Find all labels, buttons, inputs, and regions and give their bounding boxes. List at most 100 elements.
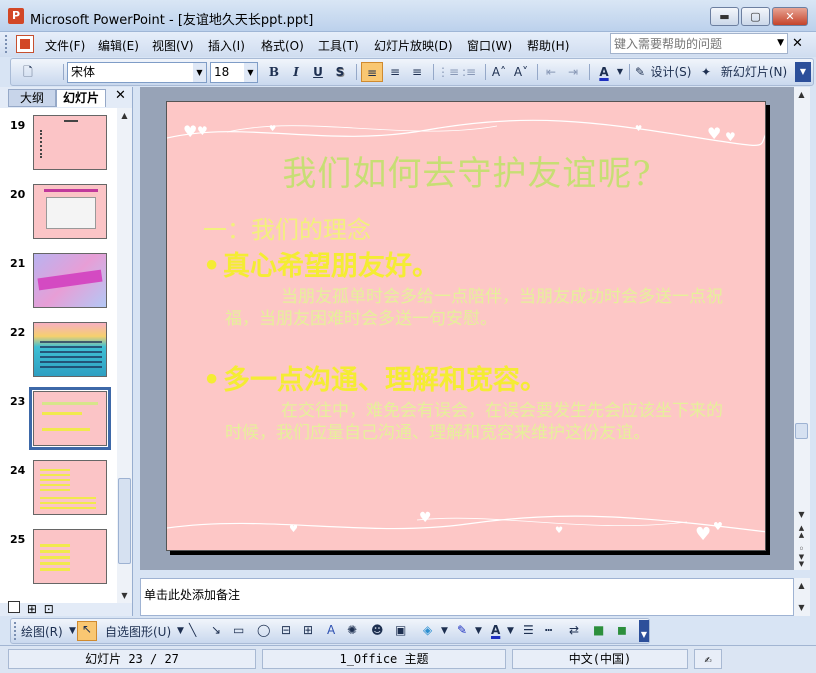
slide-thumbnail-row[interactable]: 23 [0,387,117,457]
wordart-icon[interactable]: A [327,623,335,637]
shadow-button[interactable]: S [331,62,349,82]
font-color-icon[interactable]: A [593,62,615,82]
slide-thumbnail-row[interactable]: 20 [0,184,117,250]
line-style-icon[interactable]: ☰ [523,623,534,637]
slide-bullet-1[interactable]: • 真心希望朋友好。 [203,244,439,283]
notes-pane[interactable]: 单击此处添加备注 [140,578,794,616]
slide-thumbnail[interactable] [33,529,107,584]
decrease-indent-icon[interactable]: ⇤ [541,62,561,82]
italic-button[interactable]: I [287,62,305,82]
increase-font-icon[interactable]: A˄ [489,62,509,82]
toolbar-options-icon[interactable]: ▼ [795,62,811,82]
menu-insert[interactable]: 插入(I) [208,37,245,54]
slide-scrollbar[interactable]: ▲ ▼ ▲ ▲ ◦ ▼ ▼ [794,87,810,570]
slide-title[interactable]: 我们如何去守护友谊呢? [167,146,765,195]
scroll-up-arrow[interactable]: ▲ [794,578,809,593]
pane-close-button[interactable]: ✕ [115,88,126,103]
oval-icon[interactable]: ◯ [257,623,270,637]
notes-scrollbar[interactable]: ▲ ▼ [794,578,810,616]
menu-edit[interactable]: 编辑(E) [98,37,139,54]
chevron-down-icon[interactable]: ▼ [69,626,76,636]
slide-body-2[interactable]: 在交往中，难免会有误会，在误会要发生先会应该坐下来的时候，我们应量自己沟通、理解… [225,400,725,444]
slide-bullet-2[interactable]: • 多一点沟通、理解和宽容。 [203,358,547,397]
chevron-down-icon[interactable]: ▼ [441,626,448,636]
menu-slideshow[interactable]: 幻灯片放映(D) [374,37,453,54]
slide-sorter-view-icon[interactable]: ⊞ [27,602,37,616]
rectangle-icon[interactable]: ▭ [233,623,244,637]
vertical-textbox-icon[interactable]: ⊞ [303,623,313,637]
increase-indent-icon[interactable]: ⇥ [563,62,583,82]
slide-thumbnail-selected[interactable] [29,387,111,450]
chevron-down-icon[interactable]: ▼ [507,626,514,636]
decrease-font-icon[interactable]: A˅ [511,62,531,82]
minimize-button[interactable]: ▬ [710,7,739,26]
toolbar-options-icon[interactable]: ▼ [639,620,649,642]
design-button[interactable]: 设计(S) [649,62,693,82]
menu-help[interactable]: 帮助(H) [527,37,569,54]
slide-thumbnail[interactable] [33,253,107,308]
align-left-icon[interactable]: ≡ [361,62,383,82]
tab-outline[interactable]: 大纲 [8,89,56,107]
chevron-down-icon[interactable]: ▼ [777,38,784,48]
slide-thumbnail-row[interactable]: 21 [0,253,117,319]
maximize-button[interactable]: ▢ [741,7,770,26]
scroll-up-arrow[interactable]: ▲ [794,87,809,102]
underline-button[interactable]: U [309,62,327,82]
chevron-down-icon[interactable]: ▼ [475,626,482,636]
close-button[interactable]: ✕ [772,7,808,26]
menu-tools[interactable]: 工具(T) [318,37,359,54]
scroll-down-arrow[interactable]: ▼ [794,600,809,615]
slide-thumbnail[interactable] [33,322,107,377]
slide-thumbnail[interactable] [33,184,107,239]
menu-format[interactable]: 格式(O) [261,37,304,54]
slide-thumbnail-row[interactable]: 24 [0,460,117,526]
bulleted-list-icon[interactable]: :≡ [459,62,479,82]
scroll-down-arrow[interactable]: ▼ [794,507,809,522]
arrow-icon[interactable]: ↘ [211,623,221,637]
powerpoint-app-icon[interactable]: P [8,8,24,24]
slide-thumbnail[interactable] [33,460,107,515]
chevron-down-icon[interactable]: ▼ [244,63,257,82]
line-color-icon[interactable]: ✎ [457,623,467,637]
help-search-box[interactable]: ▼ [610,33,788,54]
help-search-input[interactable] [611,34,771,53]
tab-slides[interactable]: 幻灯片 [56,89,106,107]
line-icon[interactable]: ╲ [189,623,196,637]
shadow-style-icon[interactable]: ■ [593,623,604,637]
select-objects-icon[interactable]: ↖ [77,621,97,641]
scroll-down-arrow[interactable]: ▼ [117,588,132,603]
autoshapes-button[interactable]: 自选图形(U) [105,623,171,640]
3d-style-icon[interactable]: ◼ [617,623,627,637]
align-right-icon[interactable]: ≡ [407,62,427,82]
notes-placeholder[interactable]: 单击此处添加备注 [144,586,240,603]
chevron-down-icon[interactable]: ▼ [177,626,184,636]
font-color-icon[interactable]: A [491,623,500,637]
fill-color-icon[interactable]: ◈ [423,623,432,637]
slide-thumbnail-row[interactable]: 22 [0,322,117,388]
font-name-select[interactable]: 宋体 ▼ [67,62,207,83]
align-center-icon[interactable]: ≡ [385,62,405,82]
spelling-check-icon[interactable]: ✍ [694,649,722,669]
bold-button[interactable]: B [265,62,283,82]
slide-subtitle[interactable]: 一：我们的理念 [203,210,371,245]
slide-thumbnail-row[interactable]: 25 [0,529,117,595]
slide-thumbnail-row[interactable]: 19 [0,115,117,181]
next-slide-icon[interactable]: ▼ ▼ [794,554,809,569]
clipart-icon[interactable]: ☻ [371,623,384,637]
font-size-select[interactable]: 18 ▼ [210,62,258,83]
slide-thumbnail[interactable] [33,115,107,170]
normal-view-icon[interactable] [8,601,20,613]
menu-window[interactable]: 窗口(W) [467,37,512,54]
scrollbar-thumb[interactable] [795,423,808,439]
new-document-icon[interactable]: 🗋 [19,62,37,82]
diagram-icon[interactable]: ✺ [347,623,357,637]
thumbnails-scrollbar[interactable]: ▲ ▼ [117,108,132,603]
document-close-button[interactable]: ✕ [792,36,803,51]
toolbar-grip[interactable] [5,35,8,53]
new-slide-button[interactable]: 新幻灯片(N) [715,62,793,82]
arrow-style-icon[interactable]: ⇄ [569,623,579,637]
toolbar-grip[interactable] [14,622,17,640]
document-icon[interactable] [16,35,34,53]
chevron-down-icon[interactable]: ▼ [193,63,206,82]
textbox-icon[interactable]: ⊟ [281,623,291,637]
